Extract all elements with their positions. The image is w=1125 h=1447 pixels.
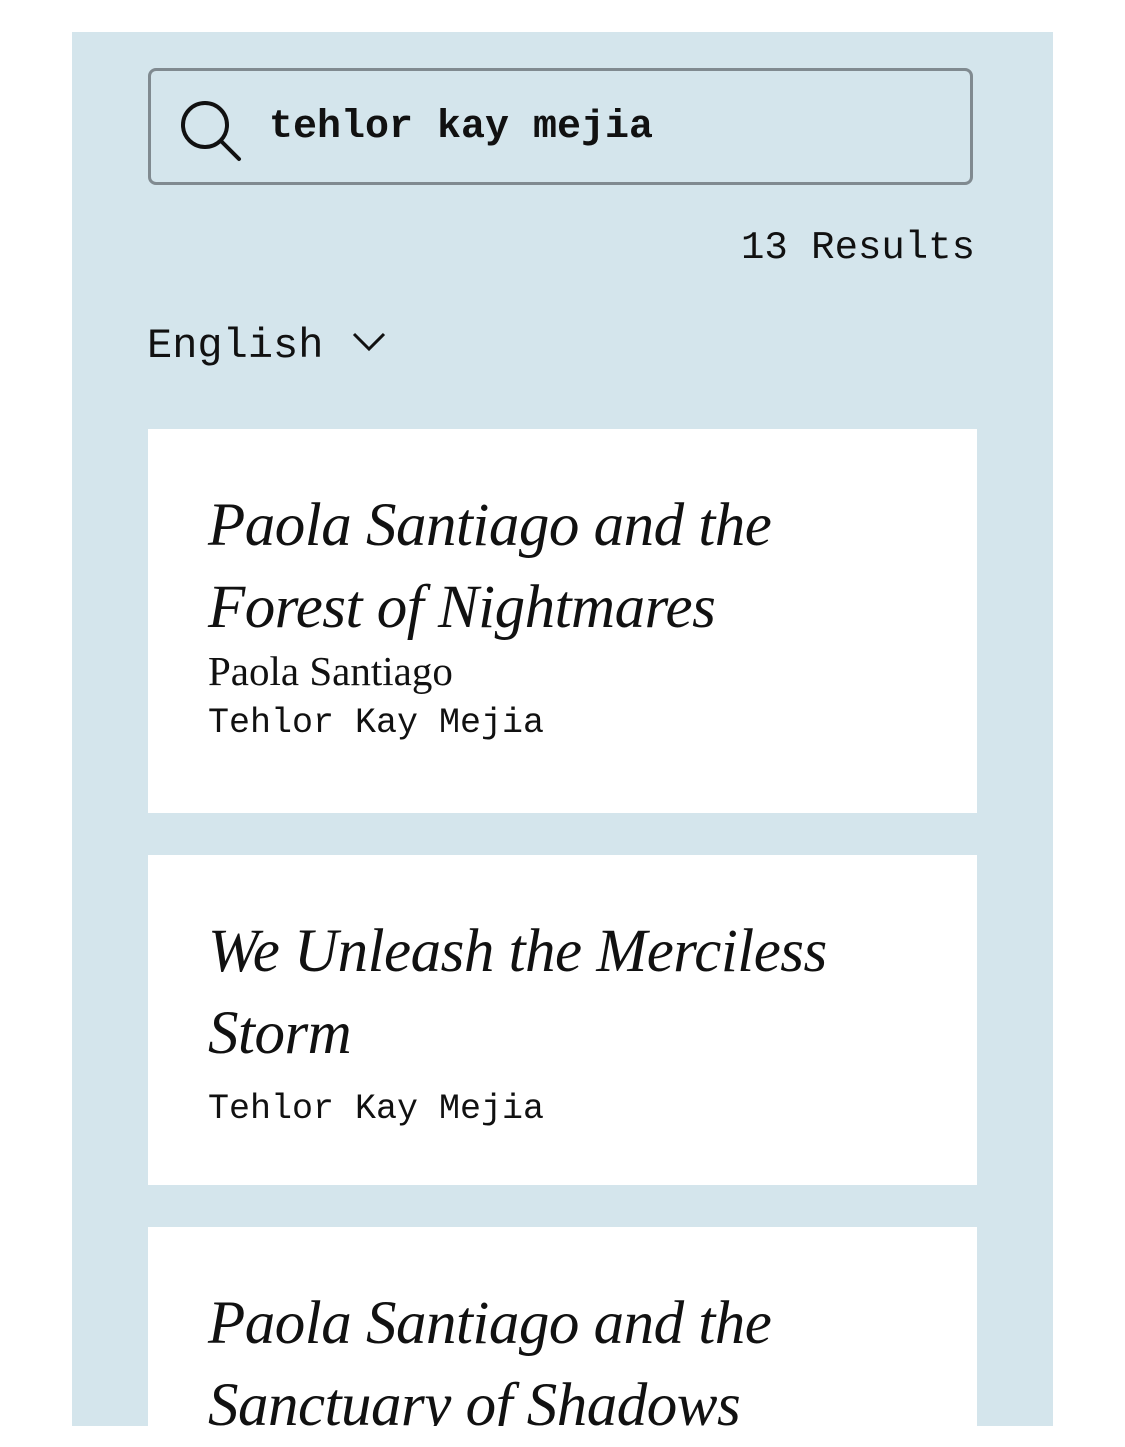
book-title[interactable]: Paola Santiago and the Forest of Nightma… xyxy=(208,485,917,649)
search-box[interactable] xyxy=(148,68,973,185)
search-input[interactable] xyxy=(269,95,949,159)
book-author[interactable]: Tehlor Kay Mejia xyxy=(208,1085,917,1133)
book-card[interactable]: Paola Santiago and the Sanctuary of Shad… xyxy=(148,1227,977,1426)
language-filter-dropdown[interactable]: English xyxy=(147,322,387,370)
chevron-down-icon xyxy=(353,332,386,352)
book-author[interactable]: Tehlor Kay Mejia xyxy=(208,699,917,747)
language-filter-label: English xyxy=(147,322,324,370)
book-title[interactable]: We Unleash the Merciless Storm xyxy=(208,911,917,1075)
results-count: 13 Results xyxy=(740,226,975,270)
book-card[interactable]: We Unleash the Merciless Storm Tehlor Ka… xyxy=(148,855,977,1185)
book-series[interactable]: Paola Santiago xyxy=(208,645,917,697)
book-title[interactable]: Paola Santiago and the Sanctuary of Shad… xyxy=(208,1283,917,1426)
search-icon xyxy=(181,101,241,161)
search-results-panel: 13 Results English Paola Santiago and th… xyxy=(72,32,1053,1426)
book-card[interactable]: Paola Santiago and the Forest of Nightma… xyxy=(148,429,977,813)
